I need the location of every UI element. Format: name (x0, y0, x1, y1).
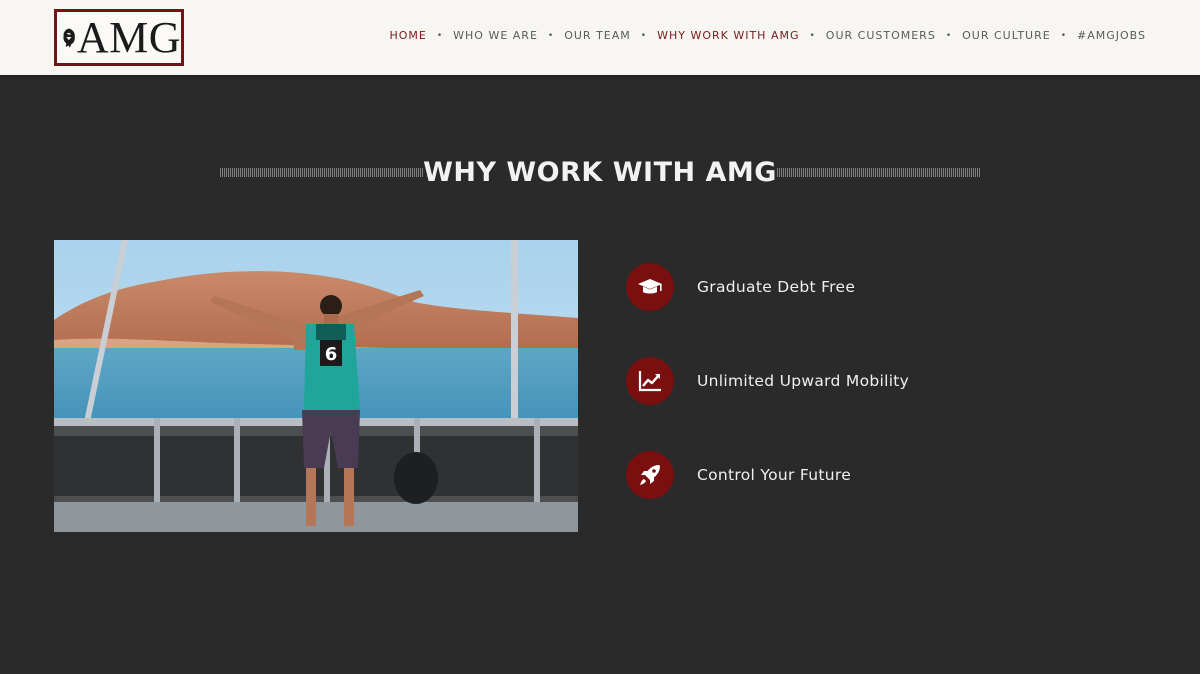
boat-photo-image: 6 (54, 240, 578, 532)
nav-separator: • (809, 30, 816, 41)
nav-separator: • (547, 30, 555, 41)
line-chart-icon (638, 371, 661, 392)
main-nav: HOME • WHO WE ARE • OUR TEAM • WHY WORK … (389, 29, 1146, 42)
feature-label: Graduate Debt Free (697, 278, 856, 296)
feature-graduate-debt-free: Graduate Debt Free (626, 263, 855, 311)
amg-logo[interactable]: AMG (54, 9, 184, 66)
nav-who-we-are[interactable]: WHO WE ARE (453, 29, 538, 42)
feature-icon-circle (626, 357, 674, 405)
title-rule-left (220, 167, 424, 177)
graduation-cap-icon (638, 279, 662, 294)
nav-our-culture[interactable]: OUR CULTURE (962, 29, 1051, 42)
title-rule-right (776, 167, 980, 177)
nav-separator: • (1060, 30, 1067, 41)
rocket-icon (640, 465, 660, 485)
boat-photo: 6 (54, 240, 578, 532)
nav-separator: • (436, 30, 444, 41)
nav-amgjobs[interactable]: #AMGJOBS (1077, 29, 1146, 42)
feature-label: Control Your Future (697, 466, 852, 484)
nav-our-customers[interactable]: OUR CUSTOMERS (826, 29, 936, 42)
section-title: WHY WORK WITH AMG (423, 156, 777, 188)
site-header: AMG HOME • WHO WE ARE • OUR TEAM • WHY W… (0, 0, 1200, 75)
feature-control-your-future: Control Your Future (626, 451, 851, 499)
feature-icon-circle (626, 263, 674, 311)
section-heading: WHY WORK WITH AMG (220, 150, 980, 194)
feature-icon-circle (626, 451, 674, 499)
feature-unlimited-upward-mobility: Unlimited Upward Mobility (626, 357, 909, 405)
nav-separator: • (640, 30, 648, 41)
nav-home[interactable]: HOME (389, 29, 426, 42)
feature-label: Unlimited Upward Mobility (697, 372, 910, 390)
nav-why-work-with-amg[interactable]: WHY WORK WITH AMG (657, 29, 799, 42)
logo-text: AMG (76, 12, 181, 62)
nav-separator: • (945, 30, 953, 41)
lion-icon (63, 27, 75, 48)
jersey-number: 6 (325, 344, 338, 365)
nav-our-team[interactable]: OUR TEAM (564, 29, 631, 42)
